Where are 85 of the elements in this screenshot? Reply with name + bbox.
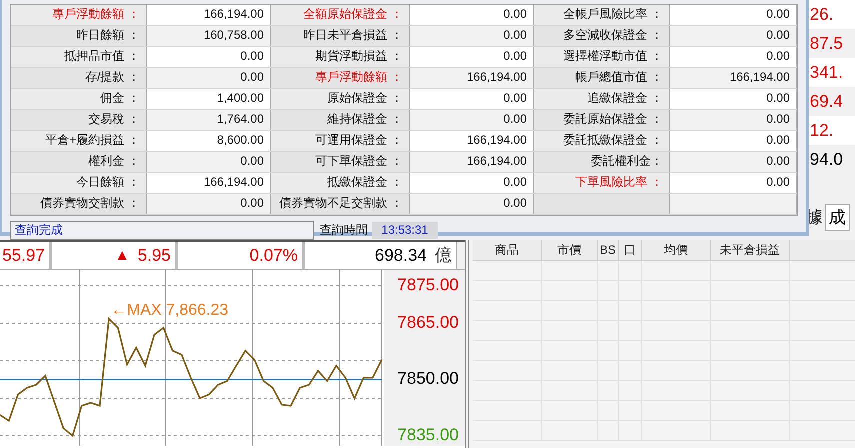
value-field: 0.00 (409, 194, 534, 214)
status-message: 查詢完成 (10, 220, 314, 240)
value-field: 0.00 (669, 89, 797, 109)
value-field: 166,194.00 (146, 173, 271, 193)
column-header[interactable]: 口 (619, 240, 642, 260)
field-label: 多空減收保證金 ： (534, 26, 669, 46)
value-field: 0.00 (409, 26, 534, 46)
volume-unit: 億 (435, 245, 452, 267)
price-value: 341. (810, 62, 844, 82)
field-label: 佣金 ： (11, 89, 146, 109)
value-field: 0.00 (409, 5, 534, 25)
field-label: 平倉+履約損益 ： (11, 131, 146, 151)
field-label: 可運用保證金 ： (271, 131, 409, 151)
field-label: 今日餘額 ： (11, 173, 146, 193)
value-field: 0.00 (409, 110, 534, 130)
axis-label: 7850.00 (398, 369, 459, 388)
field-label: 交易稅 ： (11, 110, 146, 130)
value-field: 0.00 (409, 47, 534, 67)
price-value: 94.0 (810, 150, 844, 170)
axis-label: 7875.00 (398, 276, 459, 294)
field-label: 維持保證金 ： (271, 110, 409, 130)
max-annotation: ←MAX 7,866.23 (111, 302, 229, 319)
field-label: 下單風險比率 ： (534, 173, 669, 193)
value-field: 0.00 (146, 47, 271, 67)
value-field: 166,194.00 (409, 152, 534, 172)
value-field: 0.00 (669, 47, 797, 67)
price-change: 5.95 (138, 246, 171, 266)
field-label: 期貨浮動損益 ： (271, 47, 409, 67)
field-label: 委託抵繳保證金 ： (534, 131, 669, 151)
value-field: 0.00 (409, 173, 534, 193)
field-label: 債券實物交割款 ： (11, 194, 146, 214)
price-value: 69.4 (810, 92, 844, 112)
value-field: 166,194.00 (409, 68, 534, 88)
value-field: 0.00 (146, 194, 271, 214)
field-label: 委託權利金： (534, 152, 669, 172)
value-field: 0.00 (146, 152, 271, 172)
field-label: 抵押品市值 ： (11, 47, 146, 67)
field-label: 權利金 ： (11, 152, 146, 172)
axis-label: 7865.00 (398, 313, 459, 332)
value-field: 0.00 (669, 173, 797, 193)
value-field: 1,400.00 (146, 89, 271, 109)
column-header[interactable]: 市價 (542, 240, 598, 260)
up-arrow-icon: ▲ (115, 247, 130, 264)
field-label: 選擇權浮動市值 ： (534, 47, 669, 67)
field-label: 原始保證金 ： (271, 89, 409, 109)
value-field: 0.00 (146, 68, 271, 88)
trade-volume: 698.34 (375, 246, 427, 266)
value-field: 160,758.00 (146, 26, 271, 46)
time-label: 查詢時間 (320, 222, 368, 238)
field-label: 昨日未平倉損益 ： (271, 26, 409, 46)
value-field: 1,764.00 (146, 110, 271, 130)
field-label: 追繳保證金 ： (534, 89, 669, 109)
column-header[interactable]: BS (598, 240, 619, 260)
field-label: 專戶浮動餘額 ： (11, 5, 146, 25)
index-price: 55.97 (0, 242, 52, 269)
axis-label: 7835.00 (398, 425, 459, 444)
price-value: 26. (810, 4, 834, 24)
field-label: 專戶浮動餘額 ： (271, 68, 409, 88)
value-field: 0.00 (669, 110, 797, 130)
price-value: 87.5 (810, 34, 844, 54)
field-label: 可下單保證金 ： (271, 152, 409, 172)
field-label: 全額原始保證金 ： (271, 5, 409, 25)
column-header[interactable]: 未平倉損益 (711, 240, 790, 260)
field-label: 昨日餘額 ： (11, 26, 146, 46)
value-field: 0.00 (669, 152, 797, 172)
field-label: 抵繳保證金 ： (271, 173, 409, 193)
column-header[interactable]: 均價 (642, 240, 711, 260)
value-field: 0.00 (409, 89, 534, 109)
value-field: 166,194.00 (146, 5, 271, 25)
value-field: 166,194.00 (409, 131, 534, 151)
dropdown-field[interactable]: 成 (825, 204, 850, 231)
value-field: 0.00 (669, 131, 797, 151)
field-label: 存/提款 ： (11, 68, 146, 88)
field-label: 帳戶總值市值 ： (534, 68, 669, 88)
value-field: 0.00 (669, 26, 797, 46)
column-header[interactable]: 商品 (473, 240, 542, 260)
value-field: 166,194.00 (669, 68, 797, 88)
change-percent: 0.07% (178, 242, 305, 269)
field-label: 債券實物不足交割款 ： (271, 194, 409, 214)
value-field: 0.00 (669, 5, 797, 25)
field-label: 委託原始保證金 ： (534, 110, 669, 130)
value-field: 8,600.00 (146, 131, 271, 151)
query-time: 13:53:31 (372, 222, 438, 238)
field-label: 全帳戶風險比率 ： (534, 5, 669, 25)
price-value: 12. (810, 120, 834, 140)
